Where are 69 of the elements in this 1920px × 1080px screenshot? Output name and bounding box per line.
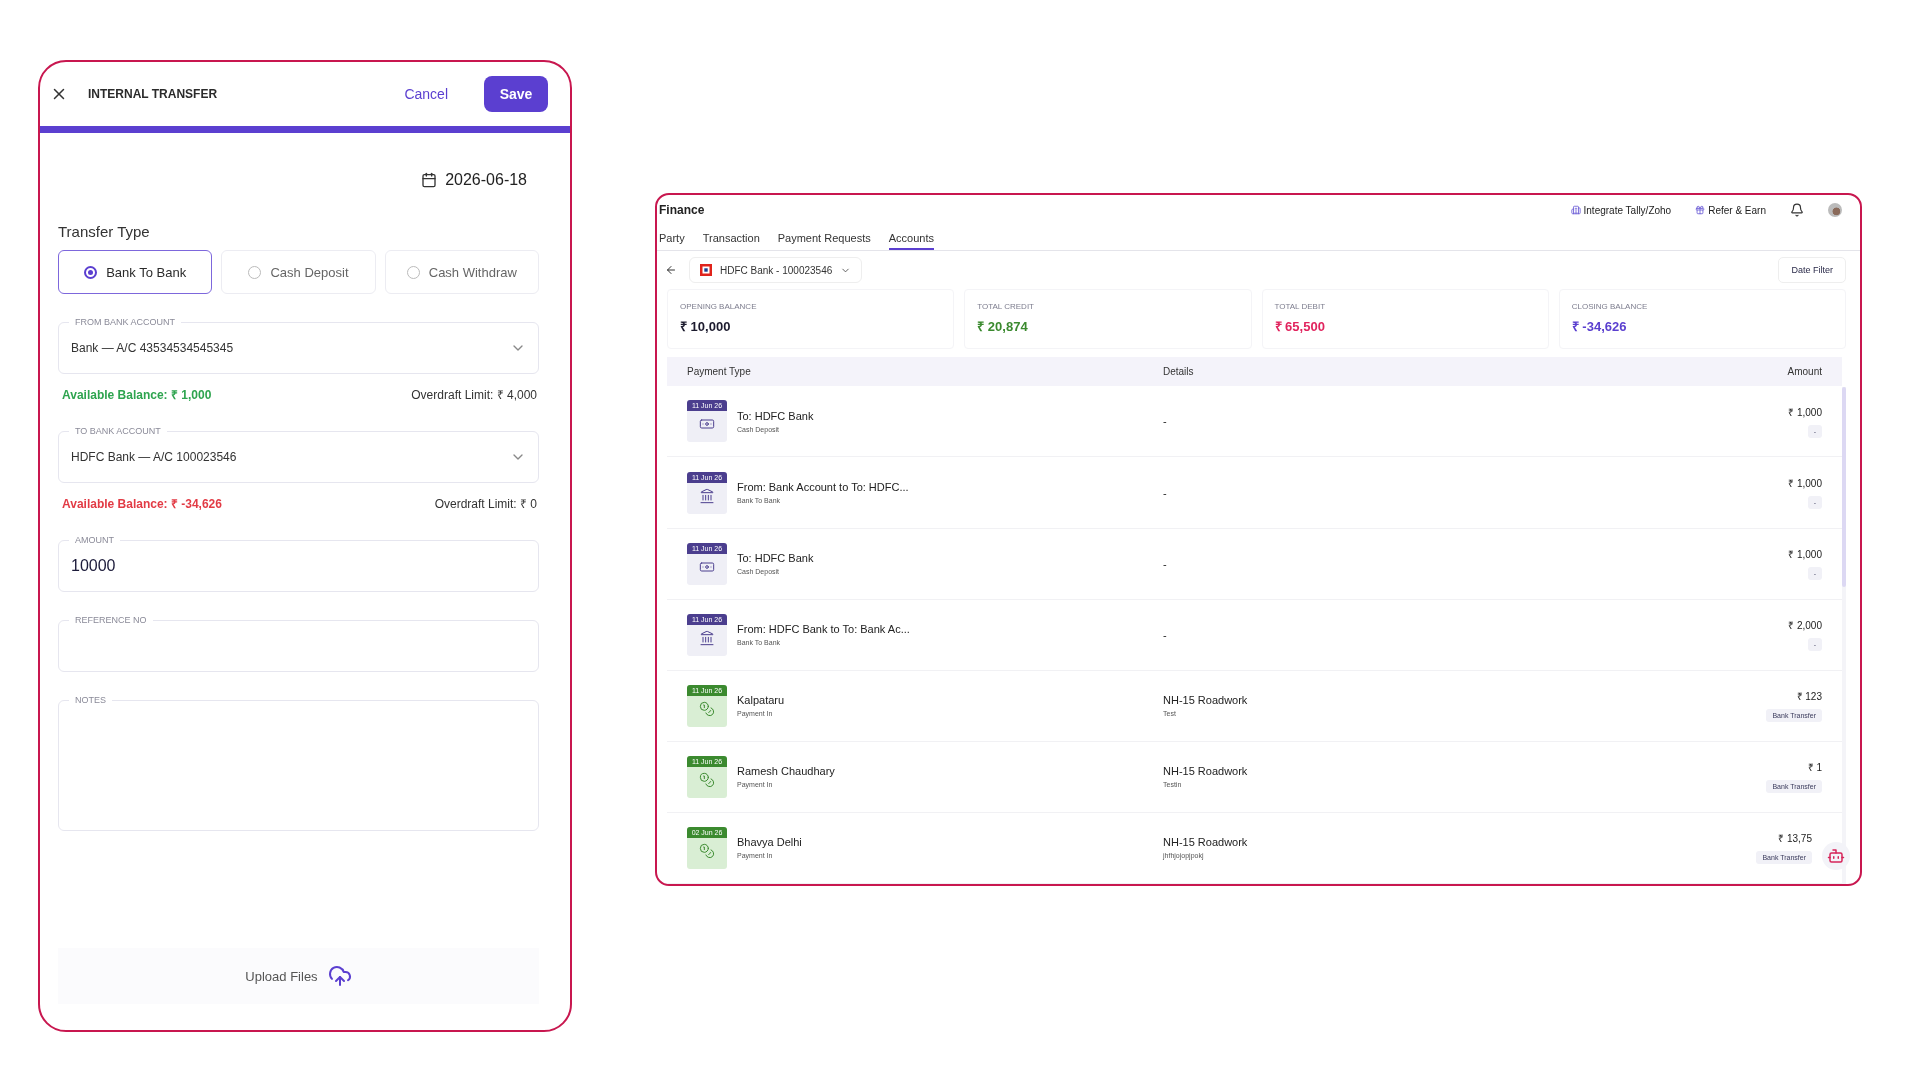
summary-value: ₹ -34,626 bbox=[1571, 318, 1628, 335]
column-header: Payment Type bbox=[687, 366, 751, 378]
tab[interactable]: Payment Requests bbox=[777, 232, 871, 250]
building-icon bbox=[1570, 205, 1581, 215]
amount-text: ₹ 1,000 bbox=[1788, 477, 1822, 490]
gift-icon bbox=[1695, 205, 1706, 215]
app-title: Finance bbox=[659, 203, 706, 217]
amount-text: ₹ 1,000 bbox=[1788, 405, 1822, 419]
column-header: Amount bbox=[1787, 366, 1822, 378]
transaction-title: To: HDFC Bank bbox=[737, 552, 814, 565]
transaction-title: Ramesh Chaudhary bbox=[737, 765, 835, 778]
coins-icon bbox=[699, 842, 715, 859]
coins-icon bbox=[699, 700, 715, 717]
account-select[interactable]: HDFC Bank - 100023546 bbox=[689, 257, 863, 283]
cancel-button[interactable]: Cancel bbox=[404, 82, 448, 106]
transaction-title: Kalpataru bbox=[737, 694, 785, 707]
bank-logo bbox=[700, 264, 712, 276]
summary-value: ₹ 10,000 bbox=[680, 318, 732, 335]
summary-label: CLOSING BALANCE bbox=[1571, 302, 1649, 311]
back-arrow-icon[interactable] bbox=[665, 264, 677, 276]
amount-text: ₹ 123 bbox=[1796, 690, 1822, 704]
amount-text: ₹ 1,000 bbox=[1788, 548, 1822, 562]
avatar[interactable] bbox=[1828, 203, 1842, 217]
details-text: - bbox=[1163, 628, 1168, 641]
transfer-type-option[interactable]: Cash Deposit bbox=[221, 250, 376, 294]
upload-files-button[interactable]: Upload Files bbox=[239, 963, 358, 989]
coins-icon bbox=[699, 771, 715, 788]
amount-text: ₹ 1 bbox=[1807, 761, 1822, 775]
details-text: - bbox=[1163, 557, 1168, 570]
details-text: NH-15 Roadwork bbox=[1163, 765, 1249, 778]
transaction-title: From: HDFC Bank to To: Bank Ac... bbox=[737, 623, 910, 636]
overdraft-limit: Overdraft Limit: ₹ 0 bbox=[434, 496, 537, 512]
details-text: NH-15 Roadwork bbox=[1163, 836, 1249, 849]
summary-value: ₹ 20,874 bbox=[977, 318, 1029, 335]
amount-text: ₹ 2,000 bbox=[1788, 619, 1822, 633]
scrollbar[interactable] bbox=[1842, 387, 1846, 884]
bank-icon bbox=[699, 629, 715, 646]
transaction-title: Bhavya Delhi bbox=[737, 836, 802, 849]
date-text[interactable]: 2026-06-18 bbox=[445, 171, 527, 189]
tab[interactable]: Transaction bbox=[702, 232, 760, 250]
tab[interactable]: Accounts bbox=[888, 232, 934, 250]
summary-label: TOTAL CREDIT bbox=[977, 302, 1035, 311]
calendar-icon bbox=[421, 172, 438, 188]
header-link[interactable]: Refer & Earn bbox=[1695, 204, 1766, 216]
summary-value: ₹ 65,500 bbox=[1274, 318, 1326, 335]
section-label: Transfer Type bbox=[58, 223, 151, 240]
column-header: Details bbox=[1163, 366, 1194, 378]
details-text: NH-15 Roadwork bbox=[1163, 694, 1249, 707]
bank-icon bbox=[699, 487, 715, 504]
transfer-type-option[interactable]: Bank To Bank bbox=[58, 250, 213, 294]
date-filter-button[interactable]: Date Filter bbox=[1778, 257, 1846, 283]
details-text: - bbox=[1163, 486, 1168, 499]
upload-cloud-icon bbox=[327, 964, 352, 988]
amount-text: ₹ 13,75 bbox=[1778, 832, 1812, 846]
header-link[interactable]: Integrate Tally/Zoho bbox=[1570, 204, 1672, 216]
save-button[interactable]: Save bbox=[484, 76, 548, 112]
summary-label: OPENING BALANCE bbox=[680, 302, 758, 311]
summary-label: TOTAL DEBIT bbox=[1274, 302, 1327, 311]
overdraft-limit: Overdraft Limit: ₹ 4,000 bbox=[411, 387, 537, 403]
details-text: - bbox=[1163, 415, 1168, 428]
tab[interactable]: Party bbox=[659, 232, 685, 250]
robot-icon[interactable] bbox=[1822, 842, 1850, 870]
transaction-title: From: Bank Account to To: HDFC... bbox=[737, 481, 909, 493]
transaction-title: To: HDFC Bank bbox=[737, 409, 814, 422]
available-balance: Available Balance: ₹ 1,000 bbox=[62, 387, 212, 403]
transfer-type-option[interactable]: Cash Withdraw bbox=[384, 250, 539, 294]
available-balance: Available Balance: ₹ -34,626 bbox=[62, 496, 222, 512]
panel-title: INTERNAL TRANSFER bbox=[88, 87, 219, 101]
bell-icon[interactable] bbox=[1790, 203, 1804, 217]
